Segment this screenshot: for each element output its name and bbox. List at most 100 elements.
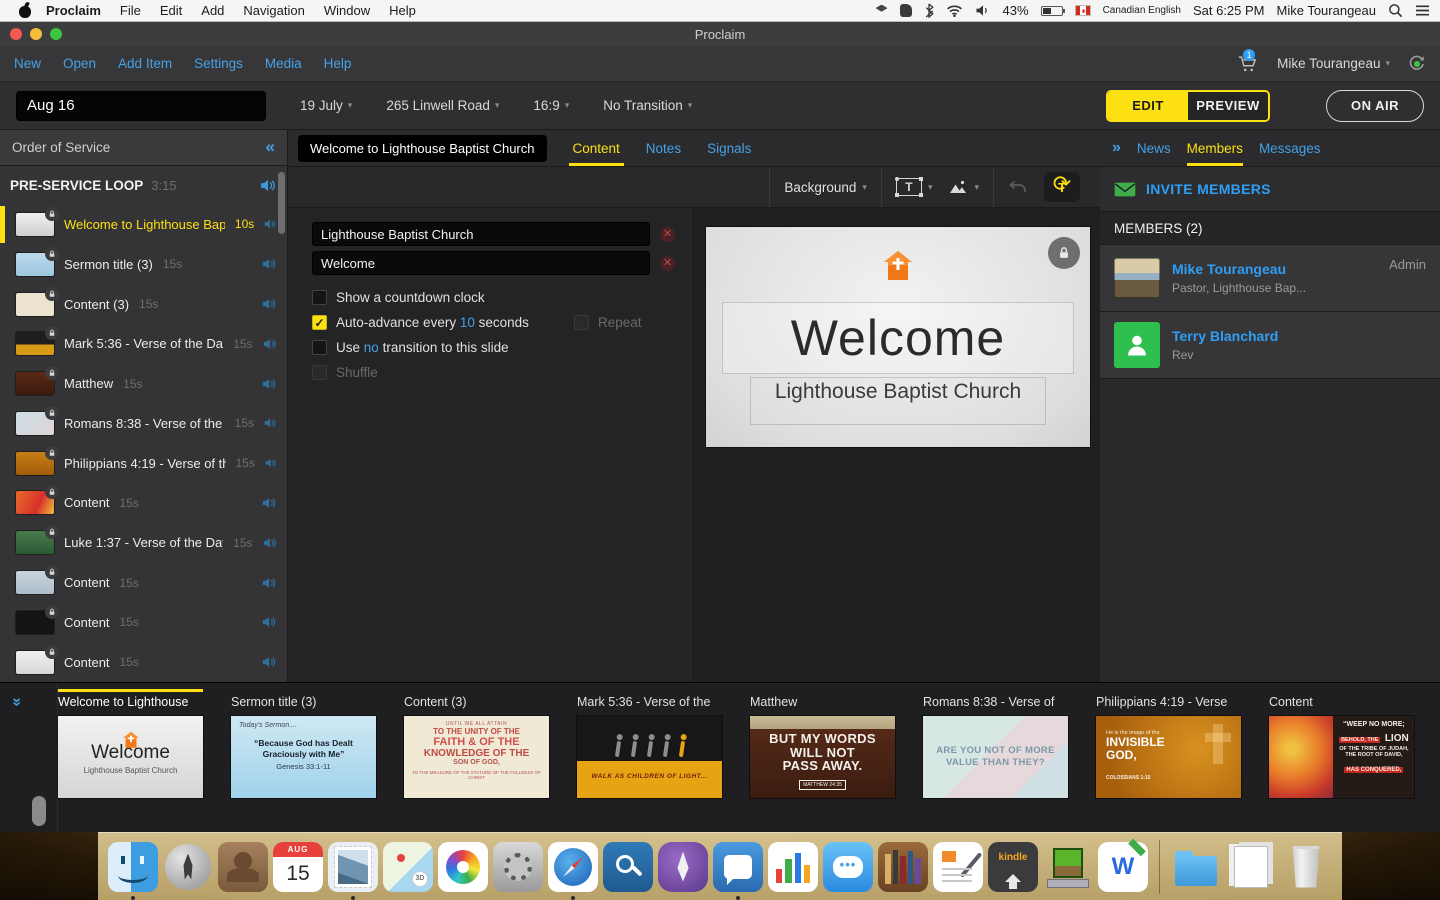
tab-signals[interactable]: Signals — [707, 130, 751, 166]
logos-bible-dock-icon[interactable] — [603, 841, 653, 892]
filmstrip-slide[interactable]: Philippians 4:19 - Verse He is the image… — [1096, 692, 1241, 832]
speaker-icon[interactable] — [262, 616, 277, 628]
on-air-button[interactable]: ON AIR — [1326, 89, 1424, 122]
filmstrip-slide[interactable]: Mark 5:36 - Verse of the WALK AS CHILDRE… — [577, 692, 722, 832]
speaker-icon[interactable] — [260, 179, 277, 192]
menu-proclaim[interactable]: Proclaim — [46, 3, 101, 18]
speaker-icon[interactable] — [265, 457, 277, 469]
slide-thumbnail[interactable]: Welcome Lighthouse Baptist Church — [58, 716, 203, 798]
minimize-window-button[interactable] — [30, 28, 42, 40]
menu-edit[interactable]: Edit — [160, 3, 182, 18]
service-item-row[interactable]: Romans 8:38 - Verse of the Day 15s — [0, 404, 287, 444]
auto-advance-seconds-link[interactable]: 10 — [460, 315, 475, 330]
speaker-icon[interactable] — [262, 378, 277, 390]
apple-menu-icon[interactable] — [18, 3, 32, 18]
menu-navigation[interactable]: Navigation — [243, 3, 304, 18]
section-pre-service-loop[interactable]: PRE-SERVICE LOOP 3:15 — [0, 166, 287, 205]
service-item-row[interactable]: Content (3) 15s — [0, 284, 287, 324]
service-item-row[interactable]: Sermon title (3) 15s — [0, 244, 287, 284]
service-date-dropdown[interactable]: 19 July ▾ — [300, 98, 352, 113]
ibooks-dock-icon[interactable] — [878, 841, 928, 892]
photos-dock-icon[interactable] — [438, 841, 488, 892]
speaker-icon[interactable] — [264, 417, 277, 429]
volume-icon[interactable] — [975, 4, 991, 17]
calendar-dock-icon[interactable]: AUG 15 — [273, 841, 323, 892]
pages-dock-icon[interactable] — [933, 841, 983, 892]
slide-thumbnail[interactable]: UNTIL WE ALL ATTAIN TO THE UNITY OF THE … — [404, 716, 549, 798]
input-language[interactable]: Canadian English — [1103, 5, 1181, 16]
slide-text-field-1[interactable] — [312, 222, 650, 246]
slide-thumbnail[interactable]: Today's Sermon.... “Because God has Deal… — [231, 716, 376, 798]
service-item-row[interactable]: Luke 1:37 - Verse of the Day 15s — [0, 523, 287, 563]
filmstrip-slide[interactable]: Romans 8:38 - Verse of ARE YOU NOT OF MO… — [923, 692, 1068, 832]
collapse-panel-icon[interactable]: » — [1112, 139, 1121, 157]
edit-mode-button[interactable]: EDIT — [1108, 91, 1188, 120]
toolbar-add-item[interactable]: Add Item — [118, 56, 172, 71]
current-item-pill[interactable]: Welcome to Lighthouse Baptist Church — [298, 134, 547, 162]
service-item-row[interactable]: Content 15s — [0, 602, 287, 642]
filmstrip-slide[interactable]: Sermon title (3) Today's Sermon.... “Bec… — [231, 692, 376, 832]
speaker-icon[interactable] — [264, 218, 277, 230]
evernote-icon[interactable] — [899, 4, 912, 17]
slide-thumbnail[interactable]: “WEEP NO MORE; BEHOLD, THE LION OF THE T… — [1269, 716, 1414, 798]
member-row[interactable]: Mike Tourangeau Pastor, Lighthouse Bap..… — [1100, 245, 1440, 312]
background-dropdown[interactable]: Background — [784, 180, 856, 195]
maps-dock-icon[interactable]: 3D — [383, 841, 433, 892]
launchpad-dock-icon[interactable] — [163, 842, 213, 892]
service-venue-dropdown[interactable]: 265 Linwell Road ▾ — [386, 98, 499, 113]
image-tool-icon[interactable] — [948, 179, 968, 195]
menu-add[interactable]: Add — [201, 3, 224, 18]
speaker-icon[interactable] — [262, 577, 277, 589]
minecraft-dock-icon[interactable] — [1043, 842, 1093, 892]
aspect-ratio-dropdown[interactable]: 16:9 ▾ — [533, 98, 569, 113]
tab-content[interactable]: Content — [568, 130, 625, 166]
folder-dock-icon[interactable] — [1171, 842, 1221, 892]
zoom-window-button[interactable] — [50, 28, 62, 40]
filmstrip-slide[interactable]: Content “WEEP NO MORE; BEHOLD, THE LION … — [1269, 692, 1414, 832]
speaker-icon[interactable] — [262, 258, 277, 270]
canada-flag-icon[interactable] — [1074, 5, 1091, 16]
sync-status-icon[interactable] — [1408, 55, 1426, 73]
remove-text-icon[interactable]: ✕ — [660, 255, 675, 271]
undo-icon[interactable] — [1008, 179, 1028, 195]
service-item-row[interactable]: Content 15s — [0, 483, 287, 523]
mail-dock-icon[interactable] — [328, 841, 378, 900]
service-item-row[interactable]: Mark 5:36 - Verse of the Day 15s — [0, 324, 287, 364]
account-menu[interactable]: Mike Tourangeau ▾ — [1277, 56, 1390, 71]
auto-advance-text-icon[interactable]: T — [1044, 171, 1080, 202]
filmstrip-slide[interactable]: Content (3) UNTIL WE ALL ATTAIN TO THE U… — [404, 692, 549, 832]
transition-dropdown[interactable]: No Transition ▾ — [603, 98, 692, 113]
ink-pen-app-dock-icon[interactable] — [658, 841, 708, 892]
toolbar-media[interactable]: Media — [265, 56, 302, 71]
remove-text-icon[interactable]: ✕ — [660, 226, 675, 242]
speaker-icon[interactable] — [262, 497, 277, 509]
member-row[interactable]: Terry Blanchard Rev — [1100, 312, 1440, 379]
service-item-row[interactable]: Welcome to Lighthouse Baptist... 10s — [0, 205, 287, 245]
member-name-link[interactable]: Mike Tourangeau — [1172, 261, 1377, 277]
service-item-row[interactable]: Content 15s — [0, 642, 287, 682]
collapse-filmstrip-icon[interactable]: » — [7, 698, 25, 707]
bluetooth-icon[interactable] — [924, 3, 934, 18]
service-title-input[interactable] — [16, 90, 266, 121]
menu-file[interactable]: File — [120, 3, 141, 18]
speaker-icon[interactable] — [262, 298, 277, 310]
collapse-sidebar-icon[interactable]: « — [266, 137, 275, 157]
menu-help[interactable]: Help — [389, 3, 416, 18]
slide-text-field-2[interactable] — [312, 251, 650, 275]
tab-news[interactable]: News — [1137, 130, 1171, 166]
toolbar-settings[interactable]: Settings — [194, 56, 243, 71]
finder-dock-icon[interactable] — [108, 841, 158, 900]
auto-advance-checkbox[interactable]: ✓ — [312, 315, 327, 330]
filmstrip-slide[interactable]: Matthew BUT MY WORDS WILL NOT PASS AWAY.… — [750, 692, 895, 832]
word-dock-icon[interactable]: W — [1098, 838, 1148, 892]
invite-members-button[interactable]: INVITE MEMBERS — [1100, 167, 1440, 212]
service-item-row[interactable]: Philippians 4:19 - Verse of the Day 15s — [0, 443, 287, 483]
close-window-button[interactable] — [10, 28, 22, 40]
tab-notes[interactable]: Notes — [646, 130, 681, 166]
dropbox-icon[interactable] — [875, 4, 888, 12]
text-box-tool-icon[interactable]: T — [894, 177, 923, 197]
trash-dock-icon[interactable] — [1281, 842, 1331, 892]
contacts-dock-icon[interactable] — [218, 841, 268, 892]
notification-center-icon[interactable] — [1415, 4, 1430, 17]
proclaim-dock-icon[interactable] — [713, 841, 763, 900]
